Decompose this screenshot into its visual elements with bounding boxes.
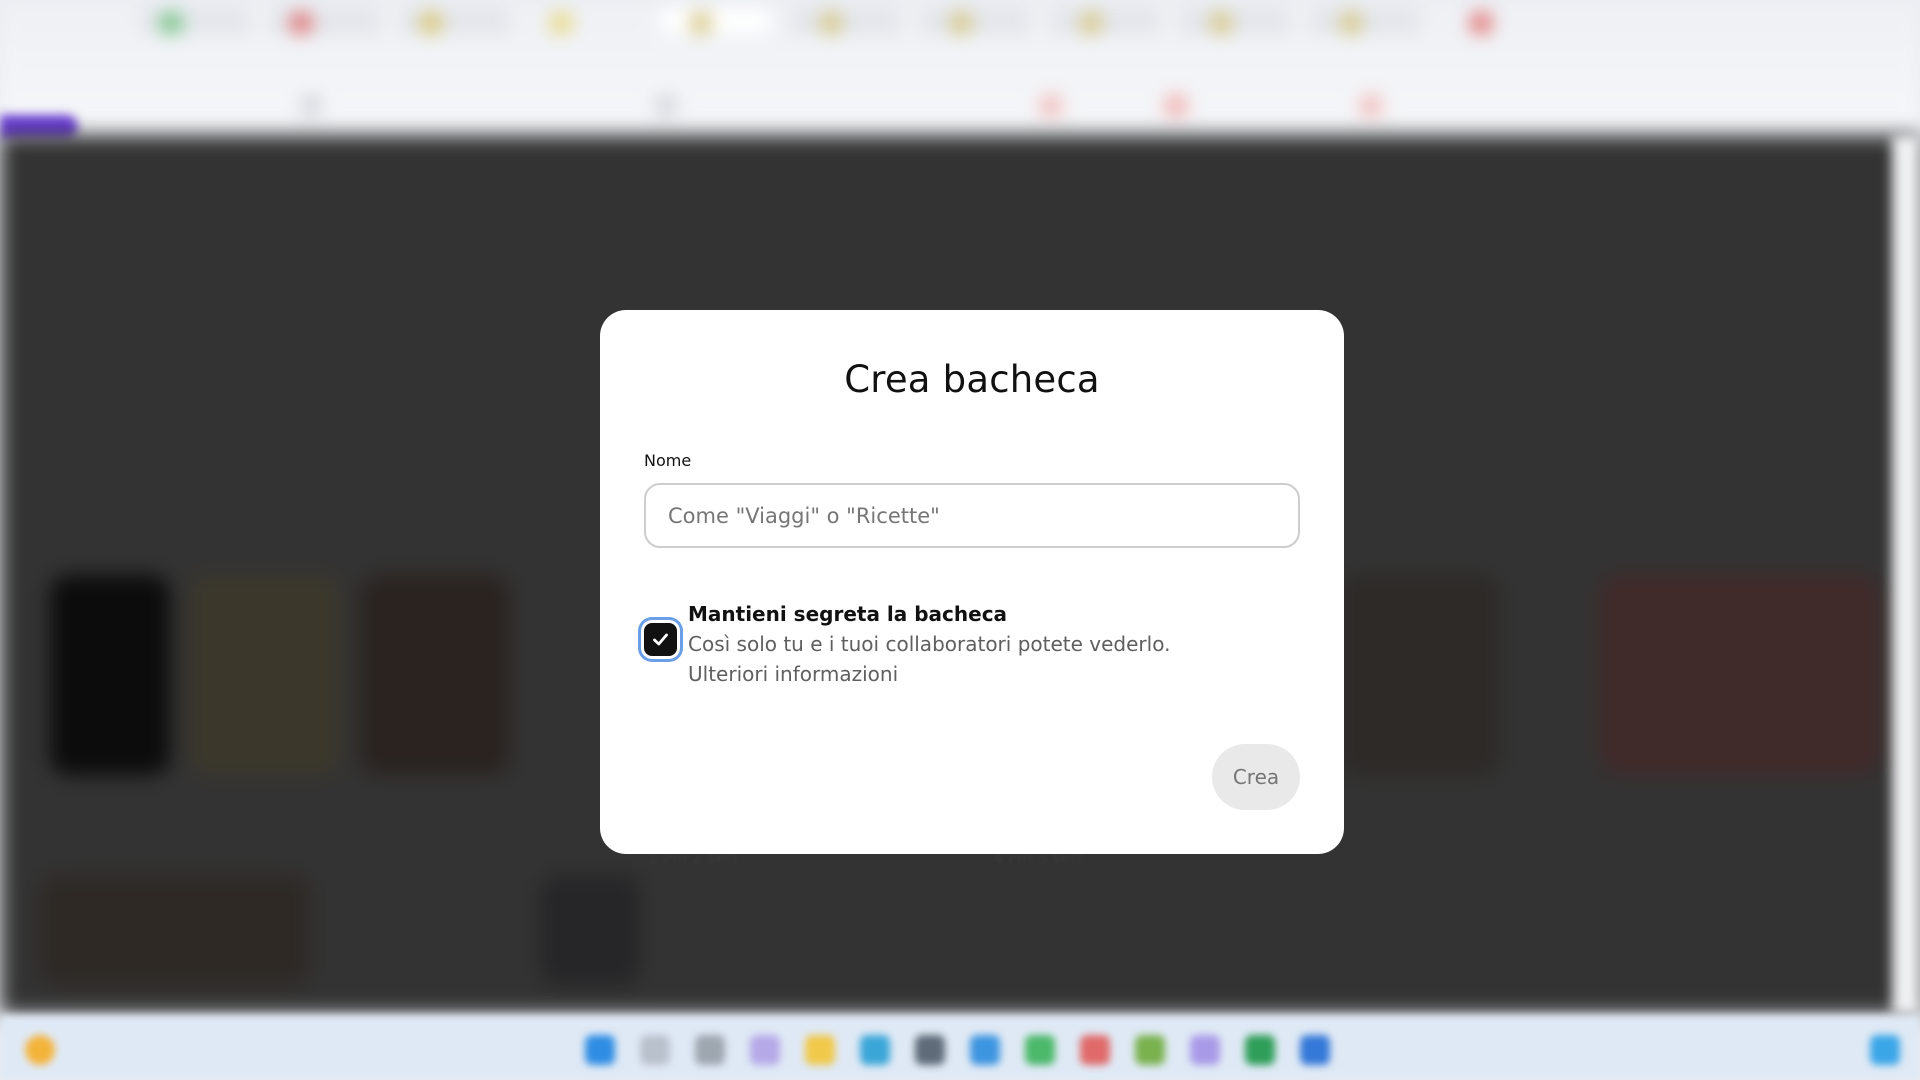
tab-favicon-icon <box>160 12 182 34</box>
board-thumbnail <box>190 575 340 775</box>
secret-board-title: Mantieni segreta la bacheca <box>688 602 1008 626</box>
toolbar-icon <box>300 95 322 117</box>
app-icon <box>915 1035 945 1065</box>
browser-tab <box>790 8 900 34</box>
bookmark-icon <box>1040 95 1062 117</box>
browser-tab <box>140 8 250 34</box>
browser-tab <box>1180 8 1290 34</box>
tab-favicon-icon <box>290 12 312 34</box>
chrome-icon <box>1025 1035 1055 1065</box>
app-icon <box>1080 1035 1110 1065</box>
board-thumbnail <box>1340 575 1500 775</box>
bookmark-icon <box>1360 95 1382 117</box>
board-thumbnail <box>40 875 310 985</box>
browser-tab <box>920 8 1030 34</box>
name-field-label: Nome <box>644 451 692 470</box>
task-view-icon <box>695 1035 725 1065</box>
tab-favicon-icon <box>820 12 842 34</box>
scrollbar-track <box>1892 135 1920 1015</box>
create-button[interactable]: Crea <box>1212 744 1300 810</box>
tab-favicon-icon <box>1470 12 1492 34</box>
browser-tab <box>270 8 380 34</box>
board-name-input[interactable] <box>644 483 1300 548</box>
screen: 1 Pin 2 sett 4 Pin 3 sett Crea bacheca N… <box>0 0 1920 1080</box>
tab-favicon-icon <box>950 12 972 34</box>
browser-tab <box>1310 8 1420 34</box>
app-icon <box>1300 1035 1330 1065</box>
tab-favicon-icon <box>1210 12 1232 34</box>
board-thumbnail <box>360 575 510 775</box>
dialog-title: Crea bacheca <box>844 358 1100 401</box>
toolbar-icon <box>655 95 677 117</box>
tab-favicon-icon <box>690 12 712 34</box>
tab-favicon-icon <box>1080 12 1102 34</box>
board-thumbnail <box>50 575 170 775</box>
app-icon <box>1190 1035 1220 1065</box>
taskbar <box>0 1015 1920 1080</box>
secret-board-checkbox[interactable] <box>644 623 677 656</box>
app-icon <box>1245 1035 1275 1065</box>
tab-favicon-icon <box>1340 12 1362 34</box>
secret-board-option: Mantieni segreta la bacheca Così solo tu… <box>644 602 1300 702</box>
browser-tab <box>400 8 510 34</box>
checkmark-icon <box>653 633 668 646</box>
learn-more-link[interactable]: Ulteriori informazioni <box>688 662 898 686</box>
bookmark-icon <box>1165 95 1187 117</box>
weather-icon <box>25 1035 55 1065</box>
create-board-dialog: Crea bacheca Nome Mantieni segreta la ba… <box>600 310 1344 854</box>
tab-favicon-icon <box>420 12 442 34</box>
search-icon <box>640 1035 670 1065</box>
browser-tab-active <box>660 8 770 34</box>
secret-board-description: Così solo tu e i tuoi collaboratori pote… <box>688 632 1171 656</box>
file-explorer-icon <box>805 1035 835 1065</box>
board-thumbnail <box>1600 575 1880 775</box>
notification-icon <box>1870 1035 1900 1065</box>
browser-icon <box>860 1035 890 1065</box>
app-icon <box>750 1035 780 1065</box>
start-icon <box>585 1035 615 1065</box>
board-thumbnail <box>540 875 640 985</box>
tab-favicon-icon <box>550 12 572 34</box>
mail-icon <box>970 1035 1000 1065</box>
browser-tab <box>1050 8 1160 34</box>
browser-chrome <box>0 0 1920 135</box>
app-icon <box>1135 1035 1165 1065</box>
